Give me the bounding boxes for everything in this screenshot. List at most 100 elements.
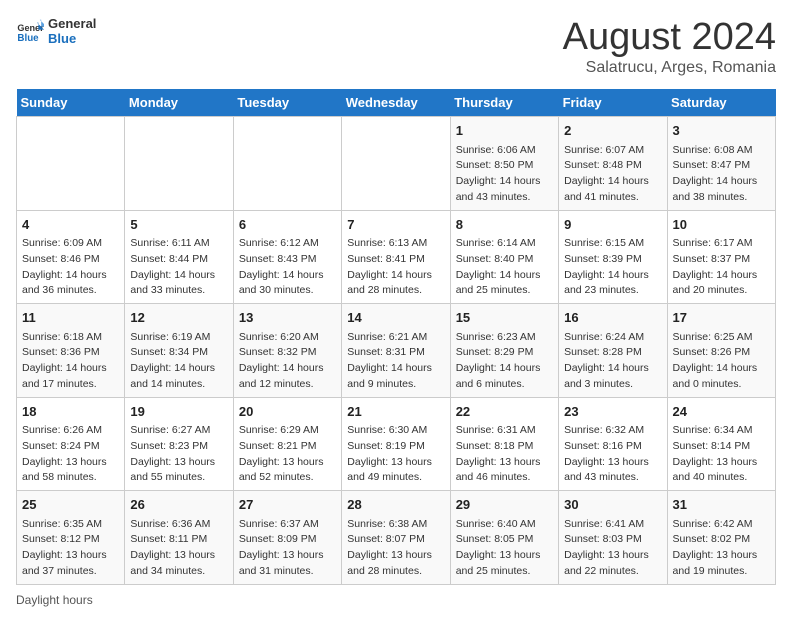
day-info: Sunrise: 6:21 AM Sunset: 8:31 PM Dayligh…	[347, 330, 444, 393]
day-info: Sunrise: 6:31 AM Sunset: 8:18 PM Dayligh…	[456, 423, 553, 486]
svg-text:Blue: Blue	[17, 33, 39, 44]
day-info: Sunrise: 6:38 AM Sunset: 8:07 PM Dayligh…	[347, 517, 444, 580]
day-number: 7	[347, 215, 444, 235]
day-header-friday: Friday	[559, 89, 667, 117]
day-number: 14	[347, 308, 444, 328]
day-number: 2	[564, 121, 661, 141]
day-cell	[125, 117, 233, 211]
day-cell: 29Sunrise: 6:40 AM Sunset: 8:05 PM Dayli…	[450, 491, 558, 585]
day-number: 18	[22, 402, 119, 422]
day-cell: 12Sunrise: 6:19 AM Sunset: 8:34 PM Dayli…	[125, 304, 233, 398]
day-info: Sunrise: 6:37 AM Sunset: 8:09 PM Dayligh…	[239, 517, 336, 580]
day-cell: 31Sunrise: 6:42 AM Sunset: 8:02 PM Dayli…	[667, 491, 775, 585]
day-info: Sunrise: 6:15 AM Sunset: 8:39 PM Dayligh…	[564, 236, 661, 299]
day-cell: 25Sunrise: 6:35 AM Sunset: 8:12 PM Dayli…	[17, 491, 125, 585]
day-cell: 24Sunrise: 6:34 AM Sunset: 8:14 PM Dayli…	[667, 397, 775, 491]
day-info: Sunrise: 6:19 AM Sunset: 8:34 PM Dayligh…	[130, 330, 227, 393]
day-number: 22	[456, 402, 553, 422]
day-number: 29	[456, 495, 553, 515]
header-row: SundayMondayTuesdayWednesdayThursdayFrid…	[17, 89, 776, 117]
day-cell: 15Sunrise: 6:23 AM Sunset: 8:29 PM Dayli…	[450, 304, 558, 398]
logo: General Blue General Blue	[16, 16, 96, 46]
day-header-wednesday: Wednesday	[342, 89, 450, 117]
day-cell: 2Sunrise: 6:07 AM Sunset: 8:48 PM Daylig…	[559, 117, 667, 211]
day-cell: 28Sunrise: 6:38 AM Sunset: 8:07 PM Dayli…	[342, 491, 450, 585]
day-number: 26	[130, 495, 227, 515]
day-number: 10	[673, 215, 770, 235]
day-number: 21	[347, 402, 444, 422]
day-cell: 11Sunrise: 6:18 AM Sunset: 8:36 PM Dayli…	[17, 304, 125, 398]
day-cell: 14Sunrise: 6:21 AM Sunset: 8:31 PM Dayli…	[342, 304, 450, 398]
day-number: 13	[239, 308, 336, 328]
day-header-thursday: Thursday	[450, 89, 558, 117]
day-info: Sunrise: 6:25 AM Sunset: 8:26 PM Dayligh…	[673, 330, 770, 393]
day-number: 9	[564, 215, 661, 235]
day-info: Sunrise: 6:32 AM Sunset: 8:16 PM Dayligh…	[564, 423, 661, 486]
day-cell: 19Sunrise: 6:27 AM Sunset: 8:23 PM Dayli…	[125, 397, 233, 491]
day-info: Sunrise: 6:34 AM Sunset: 8:14 PM Dayligh…	[673, 423, 770, 486]
week-row-2: 4Sunrise: 6:09 AM Sunset: 8:46 PM Daylig…	[17, 210, 776, 304]
day-cell: 10Sunrise: 6:17 AM Sunset: 8:37 PM Dayli…	[667, 210, 775, 304]
day-info: Sunrise: 6:07 AM Sunset: 8:48 PM Dayligh…	[564, 143, 661, 206]
day-info: Sunrise: 6:13 AM Sunset: 8:41 PM Dayligh…	[347, 236, 444, 299]
day-cell: 16Sunrise: 6:24 AM Sunset: 8:28 PM Dayli…	[559, 304, 667, 398]
day-info: Sunrise: 6:09 AM Sunset: 8:46 PM Dayligh…	[22, 236, 119, 299]
day-info: Sunrise: 6:29 AM Sunset: 8:21 PM Dayligh…	[239, 423, 336, 486]
day-cell: 1Sunrise: 6:06 AM Sunset: 8:50 PM Daylig…	[450, 117, 558, 211]
calendar-header: SundayMondayTuesdayWednesdayThursdayFrid…	[17, 89, 776, 117]
week-row-1: 1Sunrise: 6:06 AM Sunset: 8:50 PM Daylig…	[17, 117, 776, 211]
day-info: Sunrise: 6:14 AM Sunset: 8:40 PM Dayligh…	[456, 236, 553, 299]
logo-blue: Blue	[48, 31, 96, 46]
day-info: Sunrise: 6:40 AM Sunset: 8:05 PM Dayligh…	[456, 517, 553, 580]
day-number: 3	[673, 121, 770, 141]
day-number: 23	[564, 402, 661, 422]
day-cell: 5Sunrise: 6:11 AM Sunset: 8:44 PM Daylig…	[125, 210, 233, 304]
day-header-tuesday: Tuesday	[233, 89, 341, 117]
day-info: Sunrise: 6:18 AM Sunset: 8:36 PM Dayligh…	[22, 330, 119, 393]
day-number: 5	[130, 215, 227, 235]
day-info: Sunrise: 6:36 AM Sunset: 8:11 PM Dayligh…	[130, 517, 227, 580]
day-number: 16	[564, 308, 661, 328]
day-cell	[17, 117, 125, 211]
main-title: August 2024	[563, 16, 776, 59]
day-number: 30	[564, 495, 661, 515]
calendar-table: SundayMondayTuesdayWednesdayThursdayFrid…	[16, 89, 776, 585]
day-info: Sunrise: 6:26 AM Sunset: 8:24 PM Dayligh…	[22, 423, 119, 486]
day-number: 28	[347, 495, 444, 515]
day-info: Sunrise: 6:06 AM Sunset: 8:50 PM Dayligh…	[456, 143, 553, 206]
day-info: Sunrise: 6:12 AM Sunset: 8:43 PM Dayligh…	[239, 236, 336, 299]
day-cell: 7Sunrise: 6:13 AM Sunset: 8:41 PM Daylig…	[342, 210, 450, 304]
day-cell: 26Sunrise: 6:36 AM Sunset: 8:11 PM Dayli…	[125, 491, 233, 585]
calendar-body: 1Sunrise: 6:06 AM Sunset: 8:50 PM Daylig…	[17, 117, 776, 585]
day-cell: 21Sunrise: 6:30 AM Sunset: 8:19 PM Dayli…	[342, 397, 450, 491]
day-info: Sunrise: 6:23 AM Sunset: 8:29 PM Dayligh…	[456, 330, 553, 393]
day-number: 12	[130, 308, 227, 328]
day-header-monday: Monday	[125, 89, 233, 117]
day-cell: 13Sunrise: 6:20 AM Sunset: 8:32 PM Dayli…	[233, 304, 341, 398]
day-cell: 22Sunrise: 6:31 AM Sunset: 8:18 PM Dayli…	[450, 397, 558, 491]
day-number: 31	[673, 495, 770, 515]
day-cell: 27Sunrise: 6:37 AM Sunset: 8:09 PM Dayli…	[233, 491, 341, 585]
day-cell: 17Sunrise: 6:25 AM Sunset: 8:26 PM Dayli…	[667, 304, 775, 398]
day-cell: 8Sunrise: 6:14 AM Sunset: 8:40 PM Daylig…	[450, 210, 558, 304]
day-number: 24	[673, 402, 770, 422]
footer-note: Daylight hours	[16, 593, 776, 607]
day-header-saturday: Saturday	[667, 89, 775, 117]
day-cell: 9Sunrise: 6:15 AM Sunset: 8:39 PM Daylig…	[559, 210, 667, 304]
day-number: 1	[456, 121, 553, 141]
day-cell: 20Sunrise: 6:29 AM Sunset: 8:21 PM Dayli…	[233, 397, 341, 491]
day-number: 25	[22, 495, 119, 515]
day-cell	[233, 117, 341, 211]
day-cell: 18Sunrise: 6:26 AM Sunset: 8:24 PM Dayli…	[17, 397, 125, 491]
day-cell	[342, 117, 450, 211]
day-info: Sunrise: 6:42 AM Sunset: 8:02 PM Dayligh…	[673, 517, 770, 580]
week-row-3: 11Sunrise: 6:18 AM Sunset: 8:36 PM Dayli…	[17, 304, 776, 398]
logo-icon: General Blue	[16, 17, 44, 45]
day-cell: 3Sunrise: 6:08 AM Sunset: 8:47 PM Daylig…	[667, 117, 775, 211]
day-info: Sunrise: 6:35 AM Sunset: 8:12 PM Dayligh…	[22, 517, 119, 580]
sub-title: Salatrucu, Arges, Romania	[563, 59, 776, 77]
day-number: 20	[239, 402, 336, 422]
logo-general: General	[48, 16, 96, 31]
day-number: 19	[130, 402, 227, 422]
day-cell: 23Sunrise: 6:32 AM Sunset: 8:16 PM Dayli…	[559, 397, 667, 491]
